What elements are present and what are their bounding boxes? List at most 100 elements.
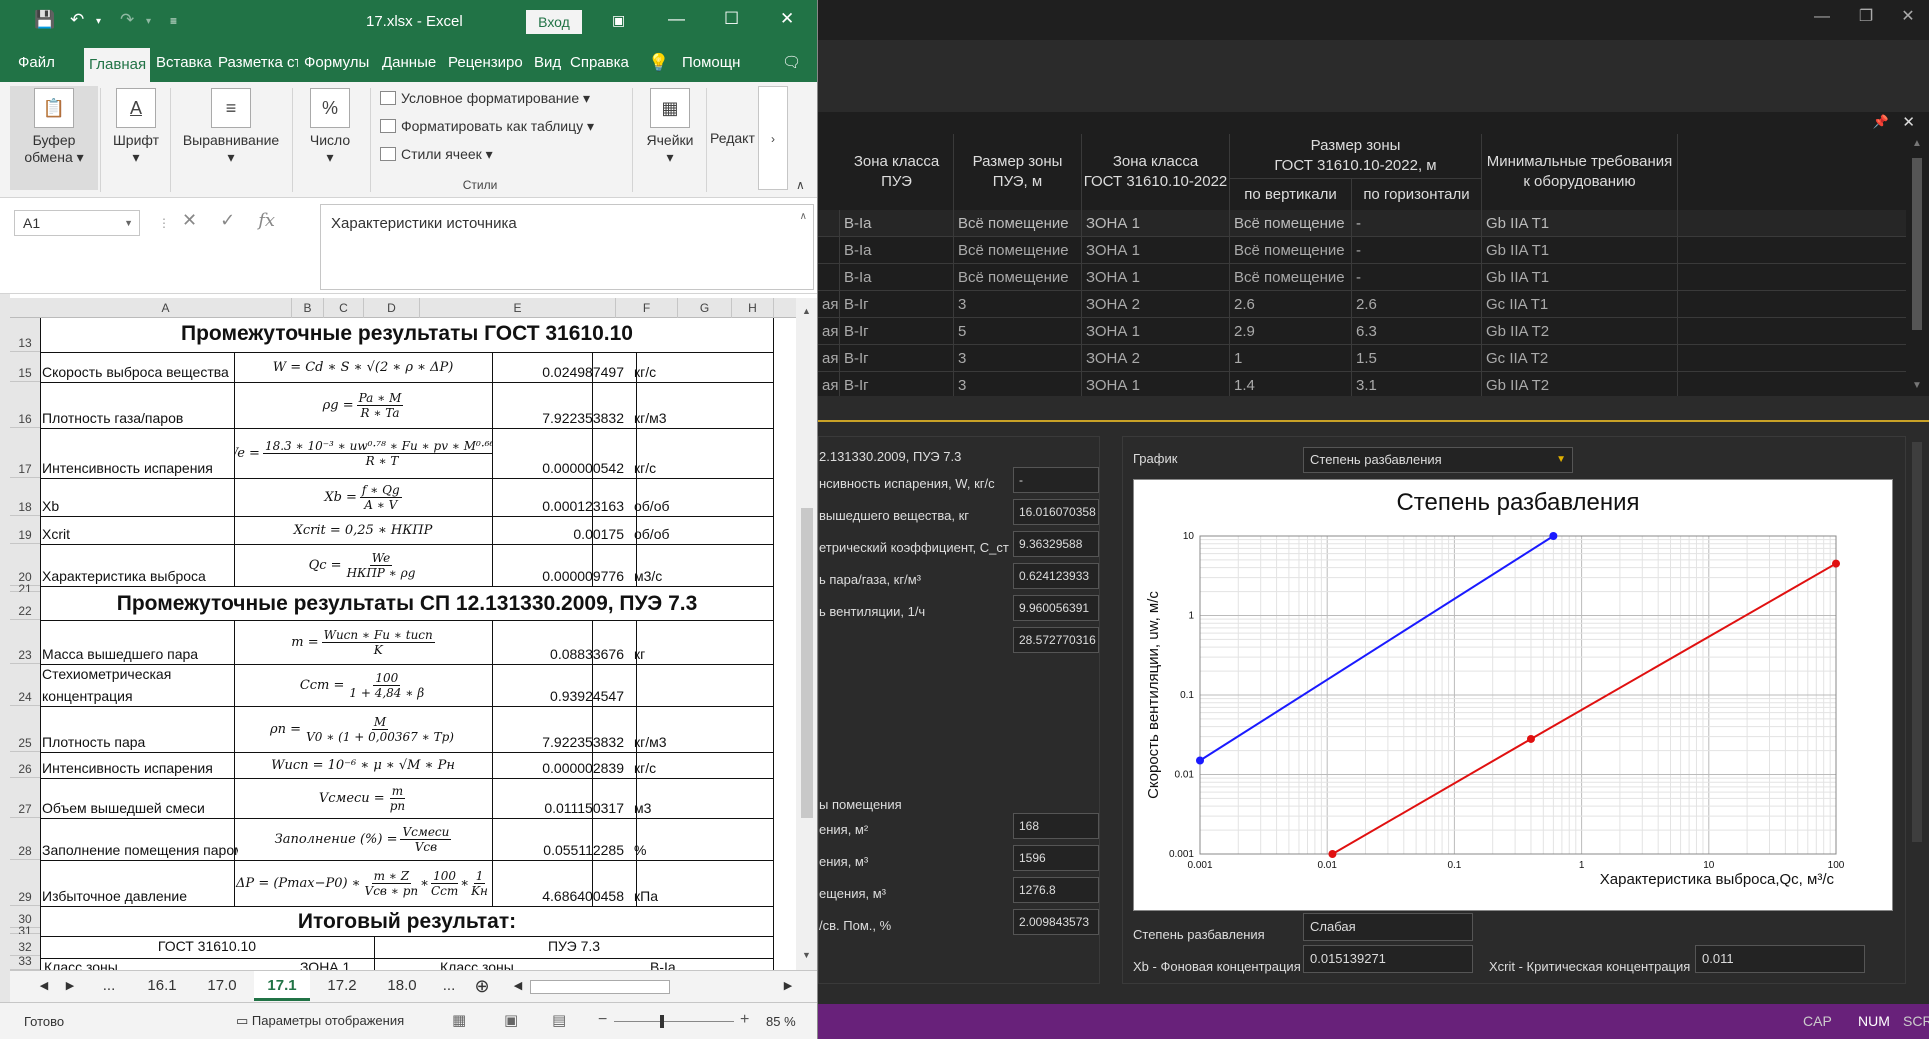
grid-cell[interactable]: 2.6 [1230, 291, 1352, 318]
grid-cell[interactable]: Gb IIA T2 [1482, 372, 1678, 396]
page-break-view-icon[interactable]: ▤ [552, 1011, 566, 1029]
zoom-level[interactable]: 85 % [766, 1014, 796, 1029]
tab-view[interactable]: Вид [534, 44, 566, 82]
number-group[interactable]: % Число ▾ [300, 86, 360, 166]
next-sheet-icon[interactable]: ▶ [62, 971, 78, 1001]
row-header-13[interactable]: 13 [10, 318, 40, 352]
normal-view-icon[interactable]: ▦ [452, 1011, 466, 1029]
row-header-33[interactable]: 33 [10, 955, 40, 970]
tab-formulas[interactable]: Формулы [304, 44, 376, 82]
hscroll-right-icon[interactable]: ▶ [780, 971, 796, 1001]
grid-cell[interactable]: 3.1 [1352, 372, 1482, 396]
scroll-thumb[interactable] [1912, 442, 1922, 842]
grid-cell[interactable]: 1.5 [1352, 345, 1482, 372]
minimize-icon[interactable]: — [1811, 6, 1833, 28]
cell-styles-button[interactable]: Стили ячеек ▾ [380, 146, 493, 163]
grid-cell[interactable]: ЗОНА 1 [1082, 210, 1230, 237]
grid-cell[interactable]: 5 [954, 318, 1082, 345]
grid-row[interactable]: В-Iа Всё помещение ЗОНА 1 Всё помещение - Gb … [818, 210, 1910, 237]
restore-icon[interactable]: ❐ [1855, 6, 1877, 28]
scroll-up-icon[interactable]: ▲ [1912, 138, 1922, 149]
grid-cell[interactable]: 1.4 [1230, 372, 1352, 396]
lightbulb-icon[interactable]: 💡 [648, 44, 670, 82]
grid-cell[interactable]: Gc IIA T2 [1482, 345, 1678, 372]
grid-cell[interactable]: Всё помещение [954, 237, 1082, 264]
grid-header-pue[interactable]: Зона класса ПУЭ [840, 134, 954, 210]
form-field-value[interactable]: - [1013, 467, 1099, 493]
form-field-value[interactable]: 9.36329588 [1013, 531, 1099, 557]
column-header-b[interactable]: B [292, 298, 324, 318]
scroll-thumb[interactable] [1912, 158, 1922, 330]
scroll-thumb[interactable] [801, 508, 813, 818]
grid-scrollbar[interactable]: ▲ ▼ [1906, 134, 1929, 396]
hscroll-thumb[interactable] [530, 980, 670, 994]
undo-icon[interactable]: ↶ [70, 10, 84, 30]
tab-help[interactable]: Справка [570, 44, 636, 82]
grid-cell[interactable]: В-Iг [840, 291, 954, 318]
sheet-tab-more-left[interactable]: ... [94, 971, 124, 1001]
grid-row[interactable]: ая В-Iг 3 ЗОНА 1 1.4 3.1 Gb IIA T2 [818, 372, 1910, 396]
row-header-27[interactable]: 27 [10, 778, 40, 818]
name-box[interactable]: A1 ▼ [14, 210, 140, 236]
row-header-20[interactable]: 20 [10, 544, 40, 586]
page-layout-view-icon[interactable]: ▣ [504, 1011, 518, 1029]
grid-row[interactable]: ая В-Iг 3 ЗОНА 2 1 1.5 Gc IIA T2 [818, 345, 1910, 372]
grid-cell[interactable]: Gc IIA T1 [1482, 291, 1678, 318]
sheet-vertical-scrollbar[interactable]: ▲ ▼ [796, 298, 817, 970]
grid-cell[interactable]: В-Iа [840, 264, 954, 291]
grid-cell[interactable]: В-Iг [840, 345, 954, 372]
column-header-e[interactable]: E [420, 298, 616, 318]
grid-cell[interactable]: ЗОНА 1 [1082, 318, 1230, 345]
grid-cell[interactable]: В-Iа [840, 210, 954, 237]
grid-cell[interactable]: Всё помещение [1230, 210, 1352, 237]
row-header-17[interactable]: 17 [10, 428, 40, 478]
column-header-f[interactable]: F [616, 298, 678, 318]
insert-function-icon[interactable]: fx [258, 210, 275, 231]
editing-group[interactable]: Редакт [710, 130, 760, 147]
column-header-h[interactable]: H [732, 298, 774, 318]
conditional-formatting-button[interactable]: Условное форматирование ▾ [380, 90, 590, 107]
row-header-25[interactable]: 25 [10, 706, 40, 752]
sheet-tab-18-0[interactable]: 18.0 [374, 971, 430, 1001]
grid-cell[interactable]: ЗОНА 1 [1082, 372, 1230, 396]
sheet-tab-17-0[interactable]: 17.0 [194, 971, 250, 1001]
grid-cell[interactable]: - [1352, 210, 1482, 237]
sheet-tab-17-1[interactable]: 17.1 [254, 971, 310, 1001]
grid-cell[interactable]: 3 [954, 372, 1082, 396]
display-settings-button[interactable]: ▭ Параметры отображения [236, 1013, 404, 1029]
cells-group[interactable]: ▦ Ячейки ▾ [638, 86, 702, 166]
redo-icon[interactable]: ↷ [120, 10, 134, 30]
grid-cell[interactable]: В-Iг [840, 318, 954, 345]
hscroll-left-icon[interactable]: ◀ [510, 971, 526, 1001]
grid-cell[interactable]: Всё помещение [954, 264, 1082, 291]
form-field-value[interactable]: 9.960056391 [1013, 595, 1099, 621]
ribbon-scroll-right-icon[interactable]: › [758, 86, 788, 190]
grid-cell[interactable]: - [1352, 264, 1482, 291]
grid-cell[interactable]: ЗОНА 2 [1082, 345, 1230, 372]
sheet-tab-17-2[interactable]: 17.2 [314, 971, 370, 1001]
grid-cell[interactable] [818, 210, 840, 237]
row-header-28[interactable]: 28 [10, 818, 40, 860]
ribbon-display-icon[interactable]: ▣ [612, 12, 625, 29]
grid-cell[interactable]: 3 [954, 345, 1082, 372]
grid-header-pue-size[interactable]: Размер зоны ПУЭ, м [954, 134, 1082, 210]
zoom-in-icon[interactable]: + [740, 1011, 749, 1029]
row-header-29[interactable]: 29 [10, 860, 40, 906]
room-field-value[interactable]: 1276.8 [1013, 877, 1099, 903]
form-field-value[interactable]: 0.624123933 [1013, 563, 1099, 589]
column-header-c[interactable]: C [324, 298, 364, 318]
grid-cell[interactable]: 6.3 [1352, 318, 1482, 345]
save-icon[interactable]: 💾 [34, 10, 55, 30]
tab-insert[interactable]: Вставка [156, 44, 214, 82]
grid-cell[interactable]: 1 [1230, 345, 1352, 372]
undo-dropdown-icon[interactable]: ▾ [96, 16, 101, 27]
row-header-19[interactable]: 19 [10, 516, 40, 544]
grid-cell[interactable]: Gb IIA T2 [1482, 318, 1678, 345]
clipboard-group[interactable]: 📋 Буфер обмена ▾ [10, 86, 98, 190]
pin-icon[interactable]: 📌 [1873, 114, 1889, 130]
tab-page-layout[interactable]: Разметка ст [218, 44, 298, 82]
column-header-d[interactable]: D [364, 298, 420, 318]
grid-cell[interactable]: ая [818, 345, 840, 372]
zoom-slider-thumb[interactable] [660, 1015, 664, 1028]
add-sheet-icon[interactable]: ⊕ [470, 971, 494, 1001]
